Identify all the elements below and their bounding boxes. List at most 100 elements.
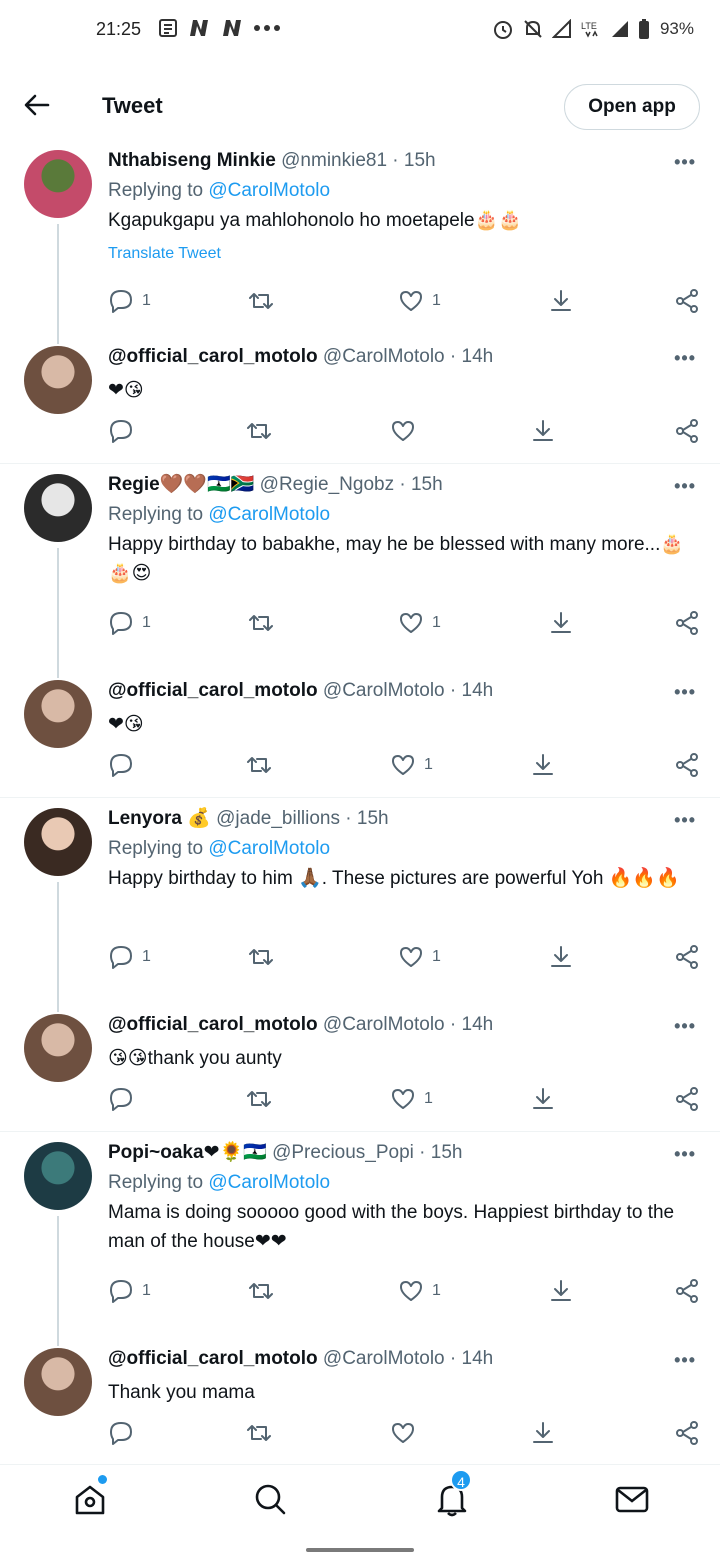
avatar[interactable] (24, 346, 92, 414)
tweet[interactable]: @official_carol_motolo @CarolMotolo · 14… (0, 998, 720, 1132)
share-icon (676, 945, 698, 969)
like-button[interactable] (390, 1420, 424, 1446)
more-options-icon[interactable]: ••• (674, 1350, 696, 1371)
tweet[interactable]: @official_carol_motolo @CarolMotolo · 14… (0, 1332, 720, 1468)
tweet-meta: Regie🤎🤎🇱🇸🇿🇦 @Regie_Ngobz · 15h (108, 472, 700, 498)
tweet-text: Thank you mama (108, 1382, 255, 1403)
retweet-button[interactable] (246, 1420, 272, 1446)
tweet[interactable]: Lenyora 💰 @jade_billions · 15h Replying t… (0, 798, 720, 1008)
retweet-button[interactable] (246, 1086, 272, 1112)
avatar[interactable] (24, 150, 92, 218)
mention-link[interactable]: @CarolMotolo (208, 504, 330, 525)
download-button[interactable] (548, 288, 574, 314)
mention-link[interactable]: @CarolMotolo (208, 838, 330, 859)
tweet-actions: 11 (108, 610, 700, 640)
reply-button[interactable] (108, 1420, 142, 1446)
tweet[interactable]: Regie🤎🤎🇱🇸🇿🇦 @Regie_Ngobz · 15h Replying t… (0, 464, 720, 674)
back-arrow-icon[interactable] (22, 90, 52, 120)
more-options-icon[interactable]: ••• (674, 152, 696, 173)
reply-button[interactable]: 1 (108, 944, 151, 970)
retweet-button[interactable] (248, 944, 274, 970)
share-button[interactable] (674, 288, 700, 314)
share-button[interactable] (674, 418, 700, 444)
download-button[interactable] (530, 1420, 556, 1446)
more-options-icon[interactable]: ••• (674, 1144, 696, 1165)
retweet-button[interactable] (246, 752, 272, 778)
nav-notifications[interactable]: 4 (434, 1469, 472, 1517)
share-button[interactable] (674, 1278, 700, 1304)
replying-to-label: Replying to (108, 504, 209, 525)
author-name[interactable]: @official_carol_motolo (108, 346, 318, 367)
tweet[interactable]: Popi~oaka❤🌻🇱🇸 @Precious_Popi · 15h Replyi… (0, 1132, 720, 1342)
author-name[interactable]: Lenyora 💰 (108, 808, 211, 829)
like-button[interactable]: 1 (390, 752, 433, 778)
download-button[interactable] (548, 610, 574, 636)
more-options-icon[interactable]: ••• (674, 810, 696, 831)
download-button[interactable] (548, 1278, 574, 1304)
share-button[interactable] (674, 944, 700, 970)
retweet-button[interactable] (248, 1278, 274, 1304)
share-button[interactable] (674, 1420, 700, 1446)
tweet[interactable]: @official_carol_motolo @CarolMotolo · 14… (0, 664, 720, 798)
download-button[interactable] (548, 944, 574, 970)
like-button[interactable]: 1 (398, 944, 441, 970)
author-name[interactable]: Popi~oaka❤🌻🇱🇸 (108, 1142, 267, 1163)
more-options-icon[interactable]: ••• (674, 348, 696, 369)
author-name[interactable]: Regie🤎🤎🇱🇸🇿🇦 (108, 474, 254, 495)
tweet[interactable]: @official_carol_motolo @CarolMotolo · 14… (0, 330, 720, 464)
mention-link[interactable]: @CarolMotolo (208, 180, 330, 201)
tweet-content: Regie🤎🤎🇱🇸🇿🇦 @Regie_Ngobz · 15h Replying t… (108, 472, 700, 588)
reply-button[interactable] (108, 1086, 142, 1112)
avatar[interactable] (24, 680, 92, 748)
like-button[interactable]: 1 (398, 610, 441, 636)
replying-to: Replying to @CarolMotolo (108, 500, 700, 530)
share-icon (676, 1421, 698, 1445)
mention-link[interactable]: @CarolMotolo (208, 1172, 330, 1193)
more-options-icon[interactable]: ••• (674, 1016, 696, 1037)
like-button[interactable]: 1 (390, 1086, 433, 1112)
more-options-icon[interactable]: ••• (674, 682, 696, 703)
search-icon (255, 1484, 286, 1515)
download-button[interactable] (530, 418, 556, 444)
avatar[interactable] (24, 1142, 92, 1210)
download-button[interactable] (530, 1086, 556, 1112)
reply-count: 1 (142, 948, 151, 965)
more-options-icon[interactable]: ••• (674, 476, 696, 497)
reply-button[interactable]: 1 (108, 610, 151, 636)
avatar[interactable] (24, 1348, 92, 1416)
reply-button[interactable]: 1 (108, 1278, 151, 1304)
reply-button[interactable]: 1 (108, 288, 151, 314)
tweet-content: @official_carol_motolo @CarolMotolo · 14… (108, 1012, 700, 1073)
nav-search[interactable] (252, 1481, 288, 1517)
retweet-button[interactable] (248, 610, 274, 636)
author-handle: @jade_billions · 15h (216, 808, 389, 829)
share-button[interactable] (674, 1086, 700, 1112)
reply-button[interactable] (108, 752, 142, 778)
avatar[interactable] (24, 1014, 92, 1082)
tweet[interactable]: Nthabiseng Minkie @nminkie81 · 15h Replyi… (0, 140, 720, 340)
avatar[interactable] (24, 474, 92, 542)
tweet-text: ❤😘 (108, 714, 144, 735)
like-button[interactable] (390, 418, 424, 444)
share-button[interactable] (674, 752, 700, 778)
nav-home[interactable] (72, 1475, 108, 1517)
share-icon (676, 753, 698, 777)
download-button[interactable] (530, 752, 556, 778)
translate-tweet-link[interactable]: Translate Tweet (108, 245, 700, 263)
retweet-button[interactable] (246, 418, 272, 444)
like-button[interactable]: 1 (398, 1278, 441, 1304)
share-icon (676, 1279, 698, 1303)
share-button[interactable] (674, 610, 700, 636)
author-name[interactable]: @official_carol_motolo (108, 1014, 318, 1035)
avatar[interactable] (24, 808, 92, 876)
author-name[interactable]: Nthabiseng Minkie (108, 150, 276, 171)
open-app-button[interactable]: Open app (564, 84, 700, 130)
author-name[interactable]: @official_carol_motolo (108, 680, 318, 701)
author-name[interactable]: @official_carol_motolo (108, 1348, 318, 1369)
like-icon (392, 421, 414, 441)
retweet-button[interactable] (248, 288, 274, 314)
replying-to-label: Replying to (108, 838, 209, 859)
reply-button[interactable] (108, 418, 142, 444)
like-button[interactable]: 1 (398, 288, 441, 314)
nav-messages[interactable] (614, 1481, 650, 1517)
